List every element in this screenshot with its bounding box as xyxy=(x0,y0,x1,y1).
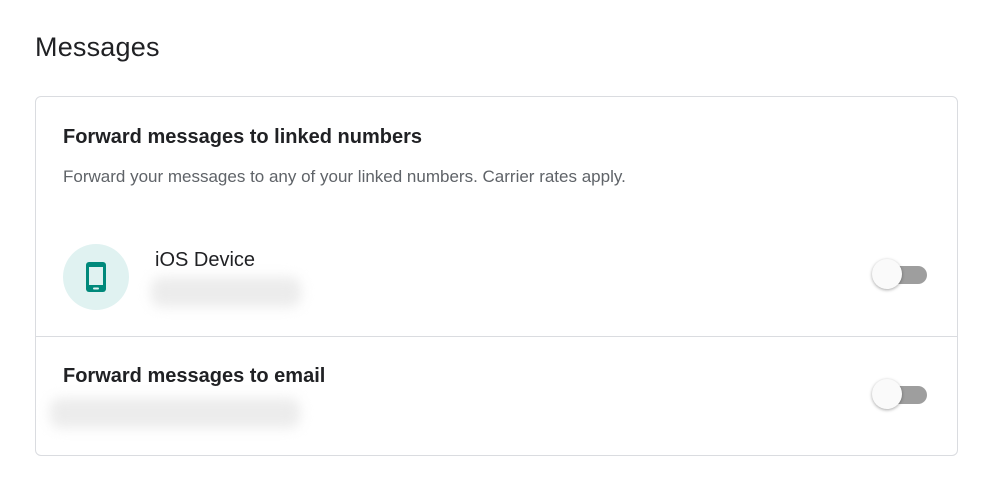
redacted-phone-number xyxy=(151,277,301,307)
redacted-email-address xyxy=(50,398,300,428)
linked-device-toggle[interactable] xyxy=(869,254,931,294)
email-forwarding-heading: Forward messages to email xyxy=(63,365,326,387)
email-forwarding-toggle[interactable] xyxy=(869,374,931,414)
linked-numbers-description: Forward your messages to any of your lin… xyxy=(63,167,626,186)
linked-numbers-heading: Forward messages to linked numbers xyxy=(63,126,422,148)
smartphone-icon xyxy=(86,262,106,292)
linked-device-row: iOS Device xyxy=(63,244,957,310)
messages-settings-page: Messages Forward messages to linked numb… xyxy=(0,0,1000,496)
linked-numbers-section: Forward messages to linked numbers Forwa… xyxy=(36,97,957,337)
messages-card: Forward messages to linked numbers Forwa… xyxy=(35,96,958,456)
device-avatar xyxy=(63,244,129,310)
email-forwarding-section: Forward messages to email xyxy=(36,336,957,456)
section-title: Messages xyxy=(35,32,160,62)
device-name: iOS Device xyxy=(155,249,256,271)
toggle-thumb xyxy=(872,379,902,409)
toggle-thumb xyxy=(872,259,902,289)
